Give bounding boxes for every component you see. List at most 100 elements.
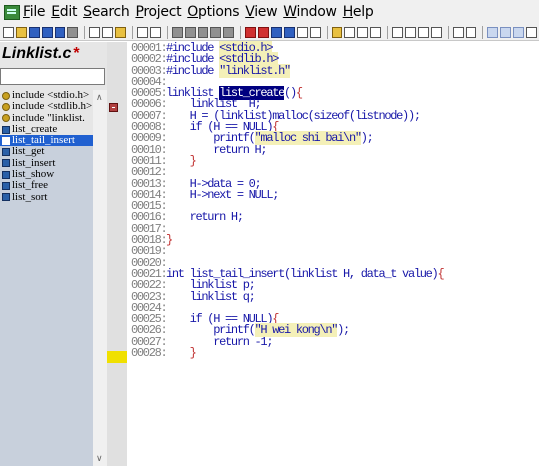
text-icon[interactable] <box>452 26 464 38</box>
symbol-label: list_free <box>12 179 49 192</box>
code-line[interactable]: 00019: <box>131 245 443 257</box>
tree-icon[interactable] <box>526 26 537 38</box>
close-file-icon[interactable] <box>54 26 66 38</box>
code-line[interactable]: 00017: <box>131 223 443 235</box>
bookmark-toggle-icon[interactable] <box>245 26 257 38</box>
menu-window[interactable]: Window <box>283 4 337 20</box>
scroll-down-icon[interactable]: ∨ <box>96 453 103 464</box>
function-icon <box>2 182 10 191</box>
symbol-item[interactable]: list_free <box>0 180 93 191</box>
include-icon <box>2 102 10 111</box>
bookmark-icon[interactable] <box>109 103 118 112</box>
code-line[interactable]: 00014: H->next = NULL; <box>131 187 443 202</box>
paste-icon[interactable] <box>115 26 126 38</box>
code-line[interactable]: 00011: } <box>131 153 443 168</box>
current-line-marker <box>107 351 129 363</box>
layout-3-icon[interactable] <box>417 26 429 38</box>
toolbar <box>0 24 539 41</box>
function-icon <box>2 193 10 202</box>
symbol-item[interactable]: include <stdlib.h> <box>0 100 93 113</box>
copy-icon[interactable] <box>102 26 114 38</box>
find-in-files-icon[interactable] <box>210 26 222 38</box>
symbol-item[interactable]: list_sort <box>0 190 93 203</box>
menu-project[interactable]: Project <box>135 4 181 20</box>
toolbar-separator <box>326 25 328 39</box>
include-icon <box>2 114 10 123</box>
line-text: linklist q; <box>166 289 256 304</box>
menu-search[interactable]: Search <box>83 4 130 20</box>
cut-icon[interactable] <box>89 26 101 38</box>
file-name: Linklist.c <box>2 45 72 62</box>
layout-1-icon[interactable] <box>392 26 403 38</box>
code-line[interactable]: 00028: } <box>131 346 443 361</box>
bookmark-next-icon[interactable] <box>258 26 269 38</box>
line-text: #include "linklist.h" <box>166 63 291 78</box>
line-text: H->next = NULL; <box>166 187 280 202</box>
symbol-window-icon[interactable] <box>344 26 356 38</box>
scroll-up-icon[interactable]: ∧ <box>96 92 103 103</box>
toolbar-separator <box>482 25 484 39</box>
panel-toggle-icon[interactable] <box>513 26 525 38</box>
line-number: 00028: <box>131 346 168 361</box>
line-text: } <box>189 153 197 168</box>
function-icon <box>2 148 10 157</box>
pointer-icon[interactable] <box>465 26 477 38</box>
symbol-panel: Linklist.c * include <stdio.h> include <st… <box>0 42 107 466</box>
redo-icon[interactable] <box>149 26 161 38</box>
toolbar-separator <box>166 25 168 39</box>
symbol-label: list_sort <box>12 190 48 203</box>
replace-icon[interactable] <box>223 26 235 38</box>
symbol-filter-input[interactable] <box>0 68 105 85</box>
layout-2-icon[interactable] <box>404 26 416 38</box>
menu-file[interactable]: File <box>23 4 46 20</box>
code-line[interactable]: 00003: #include "linklist.h" <box>131 63 443 78</box>
menu-view[interactable]: View <box>245 4 277 20</box>
print-icon[interactable] <box>67 26 79 38</box>
toolbar-separator <box>84 25 86 39</box>
code-editor[interactable]: 00001: #include <stdio.h> 00002: #include <… <box>127 41 539 466</box>
forward-icon[interactable] <box>283 26 295 38</box>
symbol-list-scrollbar[interactable]: ∧ ∨ <box>93 90 107 466</box>
find-prev-icon[interactable] <box>197 26 209 38</box>
file-title: Linklist.c * <box>2 45 80 63</box>
symbol-icon[interactable] <box>331 26 343 38</box>
line-text: } <box>189 346 197 361</box>
modified-mark: * <box>73 45 80 62</box>
jump-back-icon[interactable] <box>309 26 321 38</box>
code-lines: 00001: #include <stdio.h> 00002: #include <… <box>131 41 445 361</box>
undo-icon[interactable] <box>136 26 148 38</box>
toolbar-separator <box>240 25 242 39</box>
view-toggle-icon[interactable] <box>500 26 512 38</box>
line-text: } <box>166 233 173 248</box>
new-file-icon[interactable] <box>3 26 14 38</box>
menu-edit[interactable]: Edit <box>51 4 77 20</box>
symbol-label: include <stdlib.h> <box>12 100 93 113</box>
find-next-icon[interactable] <box>184 26 196 38</box>
context-icon[interactable] <box>370 26 382 38</box>
menu-help[interactable]: Help <box>343 4 374 20</box>
include-icon <box>2 91 10 100</box>
code-line[interactable]: 00018:} <box>131 233 443 248</box>
app-icon[interactable] <box>4 4 20 20</box>
jump-icon[interactable] <box>296 26 308 38</box>
menu-options[interactable]: Options <box>187 4 239 20</box>
symbol-list: include <stdio.h> include <stdlib.h> inclu… <box>0 89 93 203</box>
code-line[interactable]: 00023: linklist q; <box>131 289 443 304</box>
function-icon <box>2 125 10 134</box>
save-all-icon[interactable] <box>41 26 53 38</box>
function-icon <box>2 159 10 168</box>
layout-4-icon[interactable] <box>430 26 442 38</box>
menu-bar: File Edit Search Project Options View Wi… <box>0 0 539 24</box>
toolbar-separator <box>132 25 133 39</box>
function-icon <box>2 170 10 179</box>
open-folder-icon[interactable] <box>15 26 27 38</box>
find-icon[interactable] <box>171 26 183 38</box>
toolbar-separator <box>447 25 449 39</box>
save-icon[interactable] <box>28 26 40 38</box>
toolbar-separator <box>387 25 389 39</box>
eye-icon[interactable] <box>487 26 499 38</box>
code-line[interactable]: 00016: return H; <box>131 210 443 225</box>
relation-icon[interactable] <box>357 26 369 38</box>
back-icon[interactable] <box>270 26 282 38</box>
line-text: return H; <box>166 210 244 225</box>
